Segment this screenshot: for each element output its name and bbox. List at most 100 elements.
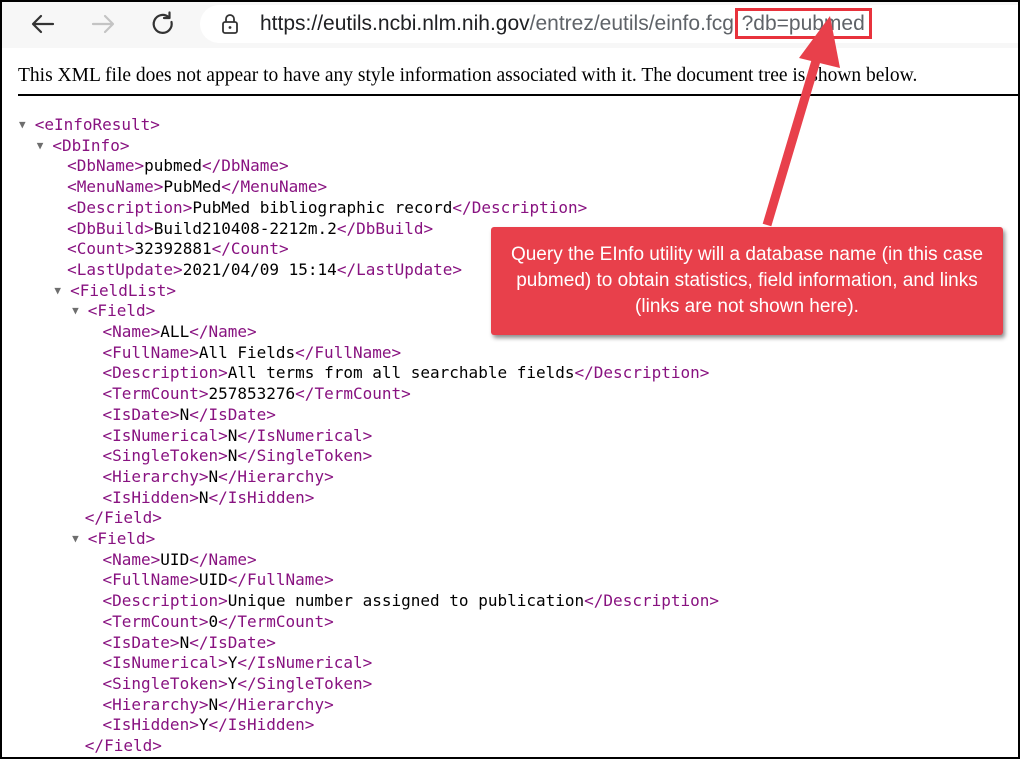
xml-value: Build210408-2212m.2 (153, 218, 337, 238)
xml-tag: </DbName> (201, 156, 289, 176)
xml-line-fieldlist: <FieldList> (70, 281, 176, 302)
xml-tag: <Name> (102, 322, 161, 341)
xml-line-element: <Hierarchy>N</Hierarchy> (103, 695, 334, 716)
xml-line-element: <FullName>UID</FullName> (103, 570, 334, 591)
xml-tag: <eInfoResult> (34, 115, 160, 134)
xml-value: pubmed (144, 156, 202, 176)
url-text[interactable]: https://eutils.ncbi.nlm.nih.gov/entrez/e… (260, 8, 872, 39)
xml-value: PubMed (163, 177, 222, 197)
xml-value: UID (198, 570, 228, 590)
xml-value: N (179, 632, 190, 652)
xml-line-element: <IsDate>N</IsDate> (103, 633, 276, 654)
lock-icon (222, 14, 238, 34)
xml-tag: </Description> (584, 591, 720, 611)
url-query-highlight: ?db=pubmed (734, 8, 872, 39)
xml-tag: </TermCount> (295, 384, 411, 404)
xml-tag: <FullName> (102, 342, 199, 362)
xml-value: N (227, 446, 238, 466)
xml-line-element: <DbBuild>Build210408-2212m.2</DbBuild> (67, 219, 433, 240)
xml-line-element: <LastUpdate>2021/04/09 15:14</LastUpdate… (67, 260, 462, 281)
xml-tag: </Count> (211, 239, 289, 259)
collapse-toggle-icon[interactable]: ▼ (72, 301, 79, 322)
xml-tag: <TermCount> (102, 611, 209, 631)
collapse-toggle-icon[interactable]: ▼ (54, 281, 61, 302)
xml-value: N (208, 466, 219, 486)
notice-divider (18, 94, 1018, 96)
address-bar[interactable]: https://eutils.ncbi.nlm.nih.gov/entrez/e… (200, 5, 1018, 43)
xml-tag: </IsNumerical> (237, 653, 373, 673)
xml-line-field-close: </Field> (85, 736, 162, 757)
xml-tag: <SingleToken> (102, 446, 228, 466)
xml-tag: </Description> (452, 197, 588, 217)
xml-tag: </DbBuild> (336, 218, 434, 238)
xml-tag: <IsHidden> (102, 487, 199, 507)
xml-line-element: <IsHidden>Y</IsHidden> (103, 715, 315, 736)
xml-line-element: <IsNumerical>N</IsNumerical> (103, 426, 373, 447)
xml-tag: <IsHidden> (102, 715, 199, 735)
xml-line-field-open: <Field> (88, 529, 155, 550)
xml-tag: </LastUpdate> (336, 259, 463, 279)
url-host: https://eutils.ncbi.nlm.nih.gov (260, 12, 530, 35)
collapse-toggle-icon[interactable]: ▼ (37, 136, 44, 157)
xml-tag: <Hierarchy> (102, 466, 209, 486)
browser-toolbar: https://eutils.ncbi.nlm.nih.gov/entrez/e… (2, 2, 1018, 48)
xml-tag: <TermCount> (102, 384, 209, 404)
xml-style-notice: This XML file does not appear to have an… (18, 65, 918, 86)
xml-value: 257853276 (208, 384, 296, 404)
xml-value: ALL (160, 322, 190, 341)
xml-line-element: <Name>UID</Name> (103, 550, 257, 571)
xml-tag: <IsNumerical> (102, 653, 228, 673)
url-path: /entrez/eutils/einfo.fcgi (529, 12, 739, 35)
xml-line-dbinfo: <DbInfo> (52, 136, 129, 157)
xml-value: 0 (208, 611, 219, 631)
xml-tag: </Name> (189, 549, 257, 569)
xml-tag: </IsHidden> (208, 487, 315, 507)
xml-value: UID (160, 549, 190, 569)
xml-tag: <Hierarchy> (102, 694, 209, 714)
xml-value: N (208, 694, 219, 714)
xml-line-root: <eInfoResult> (35, 115, 160, 136)
xml-value: PubMed bibliographic record (192, 197, 453, 217)
xml-tag: <Field> (87, 301, 156, 321)
xml-line-element: <Name>ALL</Name> (103, 322, 257, 343)
xml-line-element: <SingleToken>N</SingleToken> (103, 446, 373, 467)
xml-tag: <DbName> (67, 156, 145, 176)
xml-tag: <SingleToken> (102, 673, 228, 693)
xml-line-element: <Description>Unique number assigned to p… (103, 591, 720, 612)
xml-tag: <Name> (102, 549, 161, 569)
xml-tag: </IsHidden> (208, 715, 315, 735)
xml-value: 2021/04/09 15:14 (182, 259, 337, 279)
xml-tag: </Hierarchy> (218, 694, 334, 714)
xml-line-element: <SingleToken>Y</SingleToken> (103, 674, 373, 695)
xml-line-field-close: </Field> (85, 508, 162, 529)
back-button[interactable] (28, 9, 58, 39)
xml-line-element: <TermCount>257853276</TermCount> (103, 384, 411, 405)
screenshot-frame: https://eutils.ncbi.nlm.nih.gov/entrez/e… (0, 0, 1020, 759)
xml-tag: </SingleToken> (237, 673, 373, 693)
xml-line-element: <IsNumerical>Y</IsNumerical> (103, 653, 373, 674)
xml-tag: </Field> (84, 736, 162, 755)
xml-tag: <Field> (87, 529, 156, 548)
xml-line-element: <Hierarchy>N</Hierarchy> (103, 467, 334, 488)
xml-tag: <LastUpdate> (67, 259, 183, 279)
xml-value: All terms from all searchable fields (227, 363, 575, 383)
xml-line-field-open: <Field> (88, 301, 155, 322)
callout-text: Query the EInfo utility will a database … (510, 244, 984, 317)
collapse-toggle-icon[interactable]: ▼ (19, 115, 26, 136)
xml-tag: <FullName> (102, 570, 199, 590)
xml-tag: <MenuName> (67, 177, 164, 197)
reload-icon (152, 11, 173, 34)
collapse-toggle-icon[interactable]: ▼ (72, 529, 79, 550)
xml-tag: </IsDate> (189, 404, 276, 424)
xml-tag: </TermCount> (218, 611, 334, 631)
xml-tag: <DbInfo> (52, 135, 130, 155)
xml-tag: <DbBuild> (67, 218, 154, 238)
xml-tag: </Description> (574, 363, 710, 383)
xml-tag: <IsNumerical> (102, 425, 228, 445)
forward-button[interactable] (88, 9, 118, 39)
xml-value: Y (227, 673, 238, 693)
xml-line-element: <Count>32392881</Count> (67, 239, 289, 260)
reload-button[interactable] (148, 9, 178, 39)
xml-line-element: <MenuName>PubMed</MenuName> (67, 177, 327, 198)
xml-tag: </IsDate> (189, 632, 276, 652)
